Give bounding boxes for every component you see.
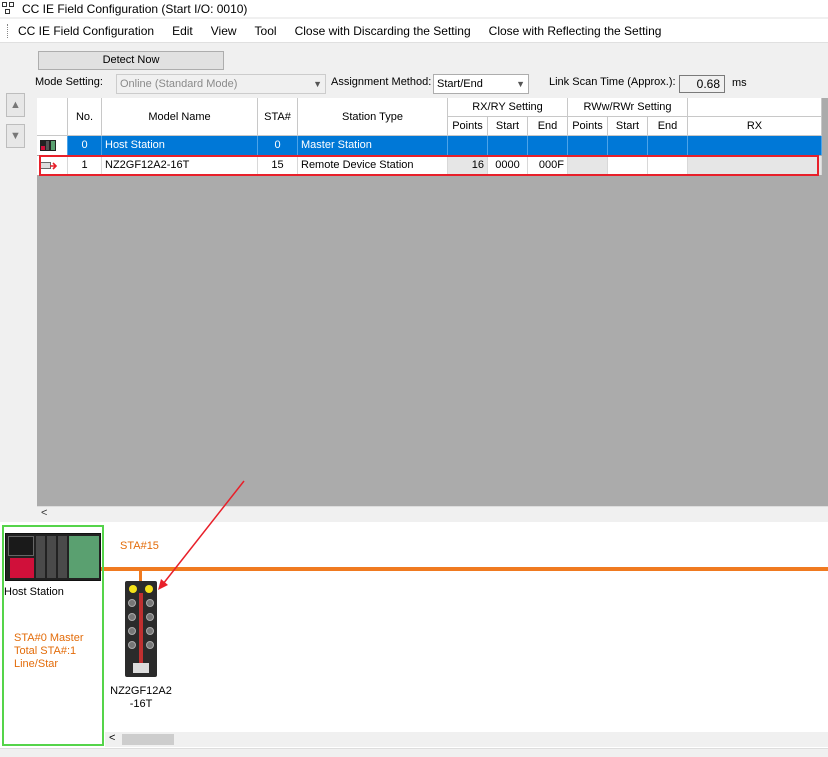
menu-close-reflecting[interactable]: Close with Reflecting the Setting — [480, 21, 671, 41]
header-points-2: Points — [568, 117, 608, 136]
menu-edit[interactable]: Edit — [163, 21, 202, 41]
header-end-2: End — [648, 117, 688, 136]
network-drop-line — [139, 571, 142, 581]
header-model-name: Model Name — [102, 98, 258, 136]
row-highlight-box — [39, 155, 819, 176]
mode-setting-value: Online (Standard Mode) — [120, 78, 238, 90]
title-bar: CC IE Field Configuration (Start I/O: 00… — [0, 0, 828, 17]
host-info-line: Line/Star — [14, 658, 59, 670]
remote-device-module-icon[interactable] — [125, 581, 157, 677]
status-strip — [0, 748, 828, 757]
device-name-line: NZ2GF12A2 — [110, 685, 172, 697]
sta-number-label: STA#15 — [120, 540, 159, 552]
move-down-button[interactable]: ▼ — [6, 124, 25, 148]
network-diagram: STA#15 Host Station STA#0 Master Total S… — [0, 522, 828, 748]
host-station-info: STA#0 Master Total STA#:1 Line/Star — [14, 632, 84, 671]
triangle-down-icon: ▼ — [10, 130, 21, 142]
grid-horizontal-scrollbar[interactable]: < — [37, 506, 828, 521]
header-end: End — [528, 117, 568, 136]
table-row-host[interactable]: 0 Host Station 0 Master Station — [37, 136, 822, 155]
header-sta: STA# — [258, 98, 298, 136]
cell-points-2 — [568, 136, 608, 155]
host-info-line: STA#0 Master — [14, 632, 84, 644]
menu-bar: CC IE Field Configuration Edit View Tool… — [0, 19, 828, 43]
header-points: Points — [448, 117, 488, 136]
header-start-2: Start — [608, 117, 648, 136]
cell-rx — [688, 136, 822, 155]
header-blank — [688, 98, 822, 117]
scroll-thumb[interactable] — [122, 734, 174, 745]
remote-device-name: NZ2GF12A2 -16T — [104, 685, 178, 711]
menu-view[interactable]: View — [202, 21, 246, 41]
detect-now-button[interactable]: Detect Now — [38, 51, 224, 70]
scroll-left-arrow-icon[interactable]: < — [41, 507, 47, 519]
menu-cc-ie-field-configuration[interactable]: CC IE Field Configuration — [16, 21, 163, 41]
header-station-type: Station Type — [298, 98, 448, 136]
link-scan-value: 0.68 — [679, 75, 725, 93]
assignment-method-label: Assignment Method: — [331, 76, 432, 88]
cell-no: 0 — [68, 136, 102, 155]
cell-sta: 0 — [258, 136, 298, 155]
network-bus-line — [100, 567, 828, 571]
mode-setting-label: Mode Setting: — [35, 76, 103, 88]
header-rww-setting: RWw/RWr Setting — [568, 98, 688, 117]
cell-end-2 — [648, 136, 688, 155]
header-start: Start — [488, 117, 528, 136]
chevron-down-icon: ▼ — [313, 79, 322, 89]
mode-setting-select[interactable]: Online (Standard Mode) ▼ — [116, 74, 326, 94]
menu-tool[interactable]: Tool — [246, 21, 286, 41]
chevron-down-icon: ▼ — [516, 79, 525, 89]
diagram-horizontal-scrollbar[interactable]: < — [105, 732, 828, 747]
link-scan-unit: ms — [732, 77, 747, 89]
header-no: No. — [68, 98, 102, 136]
master-station-icon — [37, 136, 68, 155]
cell-model-name: Host Station — [102, 136, 258, 155]
cell-end — [528, 136, 568, 155]
device-name-line: -16T — [129, 698, 153, 710]
cell-start — [488, 136, 528, 155]
cell-station-type: Master Station — [298, 136, 448, 155]
assignment-method-value: Start/End — [437, 78, 483, 90]
host-station-name: Host Station — [4, 586, 64, 598]
window-title: CC IE Field Configuration (Start I/O: 00… — [22, 1, 248, 16]
menu-close-discarding[interactable]: Close with Discarding the Setting — [286, 21, 480, 41]
station-grid: No. Model Name STA# Station Type RX/RY S… — [37, 98, 828, 506]
move-up-button[interactable]: ▲ — [6, 93, 25, 117]
triangle-up-icon: ▲ — [10, 99, 21, 111]
link-scan-label: Link Scan Time (Approx.): — [549, 76, 676, 88]
host-info-line: Total STA#:1 — [14, 645, 77, 657]
header-rxry-setting: RX/RY Setting — [448, 98, 568, 117]
menu-grip — [7, 23, 10, 38]
header-corner — [37, 98, 68, 136]
cell-start-2 — [608, 136, 648, 155]
scroll-left-arrow-icon[interactable]: < — [109, 732, 115, 744]
app-icon — [2, 1, 18, 16]
host-plc-icon[interactable] — [5, 533, 101, 581]
cell-points — [448, 136, 488, 155]
assignment-method-select[interactable]: Start/End ▼ — [433, 74, 529, 94]
header-rx: RX — [688, 117, 822, 136]
